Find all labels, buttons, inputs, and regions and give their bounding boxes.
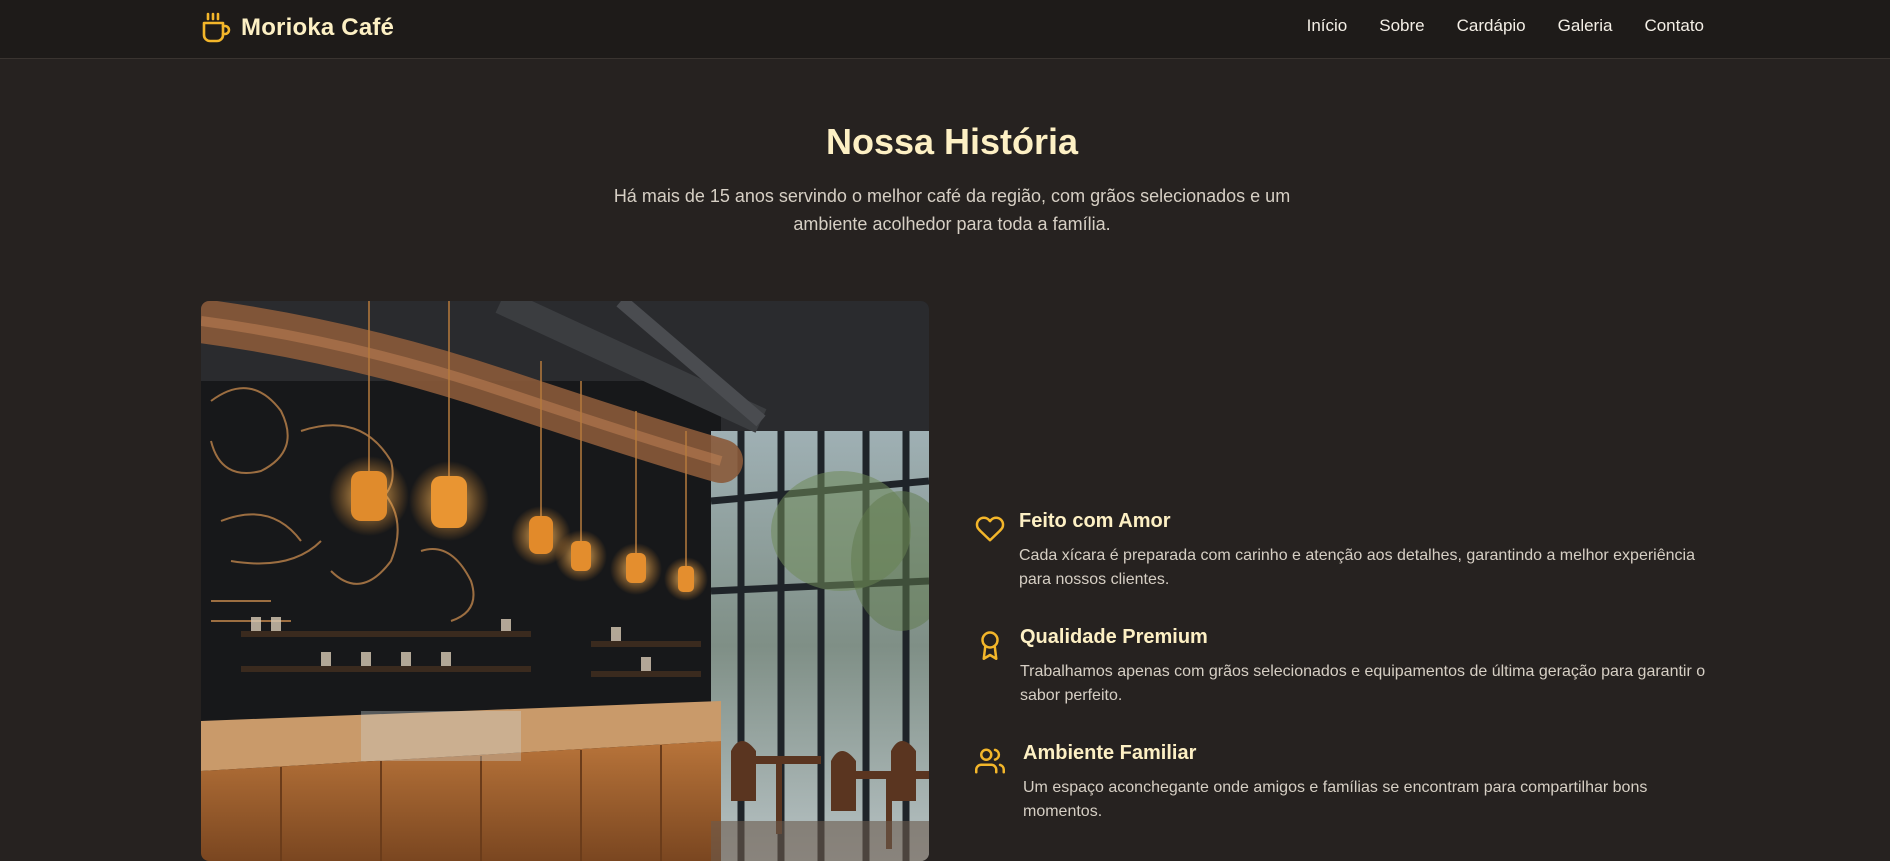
feature-description: Um espaço aconchegante onde amigos e fam… [1023, 779, 1648, 820]
feature-description: Trabalhamos apenas com grãos selecionado… [1020, 663, 1706, 704]
users-icon [975, 748, 1005, 774]
feature-item: Qualidade Premium Trabalhamos apenas com… [975, 624, 1715, 714]
main-nav: Início Sobre Cardápio Galeria Contato [1307, 0, 1704, 52]
nav-link-inicio[interactable]: Início [1307, 16, 1348, 36]
brand-name: Morioka Café [241, 14, 395, 41]
coffee-cup-icon [202, 12, 231, 43]
navbar: Morioka Café Início Sobre Cardápio Galer… [0, 0, 1890, 59]
section-subtitle: Há mais de 15 anos servindo o melhor caf… [613, 186, 1291, 234]
feature-item: Feito com Amor Cada xícara é preparada c… [975, 508, 1715, 598]
feature-item: Ambiente Familiar Um espaço aconchegante… [975, 740, 1715, 830]
feature-title: Feito com Amor [1019, 510, 1171, 532]
feature-title: Ambiente Familiar [1023, 742, 1197, 764]
award-icon [981, 631, 999, 660]
heart-icon [975, 516, 1005, 542]
feature-title: Qualidade Premium [1020, 626, 1208, 648]
cafe-interior-photo [201, 301, 929, 861]
nav-link-sobre[interactable]: Sobre [1379, 16, 1424, 36]
nav-link-cardapio[interactable]: Cardápio [1457, 16, 1526, 36]
section-title: Nossa História [825, 121, 1079, 162]
nav-link-contato[interactable]: Contato [1644, 16, 1704, 36]
feature-description: Cada xícara é preparada com carinho e at… [1019, 547, 1695, 588]
brand-logo[interactable]: Morioka Café [201, 10, 394, 46]
nav-link-galeria[interactable]: Galeria [1558, 16, 1613, 36]
